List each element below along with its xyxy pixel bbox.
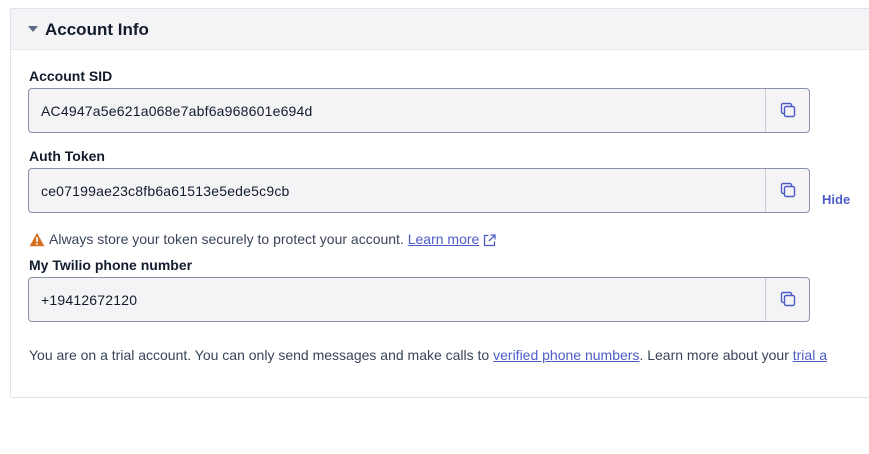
verified-phone-numbers-link[interactable]: verified phone numbers (493, 347, 639, 363)
auth-token-field[interactable]: ce07199ae23c8fb6a61513e5ede5c9cb (28, 168, 810, 213)
phone-number-label: My Twilio phone number (29, 257, 193, 273)
account-sid-value: AC4947a5e621a068e7abf6a968601e694d (41, 103, 313, 119)
auth-token-value: ce07199ae23c8fb6a61513e5ede5c9cb (41, 183, 290, 199)
phone-number-field[interactable]: +19412672120 (28, 277, 810, 322)
account-info-panel: Account Info Account SID AC4947a5e621a06… (10, 8, 869, 398)
copy-account-sid-button[interactable] (765, 89, 809, 132)
account-sid-label: Account SID (29, 68, 113, 84)
learn-more-link[interactable]: Learn more (408, 231, 480, 247)
account-sid-field[interactable]: AC4947a5e621a068e7abf6a968601e694d (28, 88, 810, 133)
copy-phone-number-button[interactable] (765, 278, 809, 321)
copy-icon (780, 182, 796, 198)
copy-icon (780, 102, 796, 118)
trial-text-after: . Learn more about your (639, 347, 789, 363)
trial-account-notice: You are on a trial account. You can only… (29, 347, 827, 363)
token-warning: Always store your token securely to prot… (29, 231, 500, 247)
warning-text: Always store your token securely to prot… (49, 231, 404, 247)
copy-auth-token-button[interactable] (765, 169, 809, 212)
caret-down-icon[interactable] (28, 26, 38, 32)
panel-title: Account Info (45, 20, 149, 39)
auth-token-label: Auth Token (29, 148, 105, 164)
warning-triangle-icon (29, 232, 45, 247)
trial-text-before: You are on a trial account. You can only… (29, 347, 490, 363)
external-link-icon[interactable] (483, 234, 496, 247)
phone-number-value: +19412672120 (41, 292, 138, 308)
hide-token-button[interactable]: Hide (822, 192, 850, 207)
trial-account-link[interactable]: trial a (793, 347, 827, 363)
account-info-header[interactable]: Account Info (11, 9, 869, 50)
copy-icon (780, 291, 796, 307)
